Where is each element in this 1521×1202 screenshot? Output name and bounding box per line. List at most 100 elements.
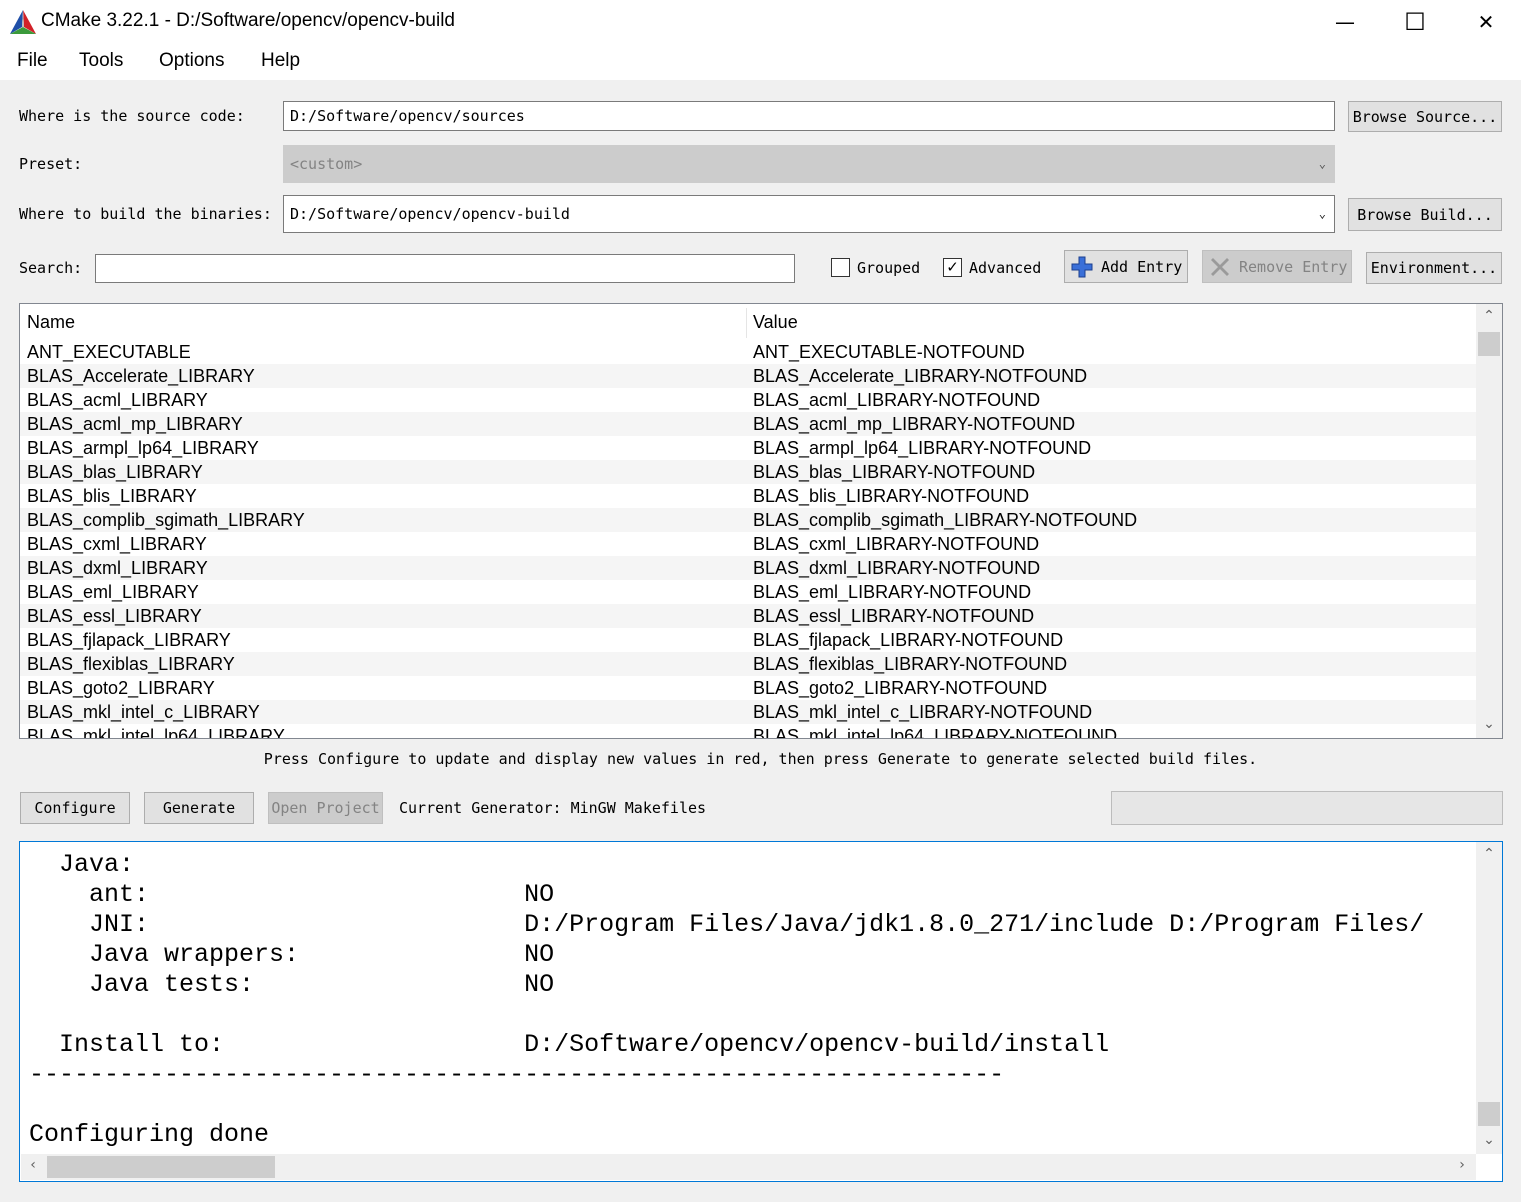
column-header-value[interactable]: Value — [753, 312, 798, 333]
grouped-checkbox[interactable] — [831, 258, 850, 277]
column-divider[interactable] — [746, 308, 747, 338]
cache-entry-name: BLAS_armpl_lp64_LIBRARY — [27, 438, 259, 458]
cache-entry-value[interactable]: BLAS_eml_LIBRARY-NOTFOUND — [753, 580, 1031, 604]
scroll-thumb[interactable] — [47, 1156, 275, 1178]
open-project-button[interactable]: Open Project — [268, 792, 383, 824]
cache-entry-value[interactable]: BLAS_acml_mp_LIBRARY-NOTFOUND — [753, 412, 1075, 436]
cache-entry-name: BLAS_blas_LIBRARY — [27, 462, 203, 482]
cache-rows: ANT_EXECUTABLE ANT_EXECUTABLE-NOTFOUND BLA… — [20, 340, 1476, 739]
scroll-right-arrow-icon[interactable]: › — [1452, 1157, 1472, 1173]
cache-table[interactable]: Name Value ANT_EXECUTABLE ANT_EXECUTABLE-… — [19, 303, 1503, 739]
table-row[interactable]: BLAS_dxml_LIBRARY BLAS_dxml_LIBRARY-NOTFO… — [20, 556, 1476, 580]
table-row[interactable]: BLAS_essl_LIBRARY BLAS_essl_LIBRARY-NOTFO… — [20, 604, 1476, 628]
output-log[interactable]: Java: ant: NO JNI: D:/Program Files/Java… — [19, 841, 1503, 1182]
cache-entry-name: BLAS_mkl_intel_lp64_LIBRARY — [27, 726, 285, 739]
scroll-up-arrow-icon[interactable]: ⌃ — [1476, 846, 1502, 862]
column-header-name[interactable]: Name — [27, 312, 75, 333]
scroll-left-arrow-icon[interactable]: ‹ — [23, 1157, 43, 1173]
generate-button[interactable]: Generate — [144, 792, 254, 824]
cache-entry-name: BLAS_blis_LIBRARY — [27, 486, 197, 506]
table-row[interactable]: BLAS_fjlapack_LIBRARY BLAS_fjlapack_LIBRA… — [20, 628, 1476, 652]
browse-source-button[interactable]: Browse Source... — [1348, 101, 1502, 132]
scroll-up-arrow-icon[interactable]: ⌃ — [1476, 308, 1502, 324]
build-path-value: D:/Software/opencv/opencv-build — [290, 205, 570, 223]
cache-entry-name: BLAS_cxml_LIBRARY — [27, 534, 207, 554]
cache-vertical-scrollbar[interactable]: ⌃ ⌄ — [1476, 304, 1502, 738]
cache-entry-value[interactable]: ANT_EXECUTABLE-NOTFOUND — [753, 340, 1025, 364]
log-vertical-scrollbar[interactable]: ⌃ ⌄ — [1476, 842, 1502, 1154]
cache-entry-value[interactable]: BLAS_mkl_intel_lp64_LIBRARY-NOTFOUND — [753, 724, 1117, 738]
table-row[interactable]: ANT_EXECUTABLE ANT_EXECUTABLE-NOTFOUND — [20, 340, 1476, 364]
configure-button[interactable]: Configure — [20, 792, 130, 824]
cache-entry-name: BLAS_fjlapack_LIBRARY — [27, 630, 231, 650]
table-row[interactable]: BLAS_eml_LIBRARY BLAS_eml_LIBRARY-NOTFOUN… — [20, 580, 1476, 604]
advanced-checkbox[interactable]: ✓ — [943, 258, 962, 277]
cache-entry-value[interactable]: BLAS_dxml_LIBRARY-NOTFOUND — [753, 556, 1040, 580]
close-button[interactable]: ✕ — [1451, 0, 1521, 44]
source-path-input[interactable]: D:/Software/opencv/sources — [283, 101, 1335, 131]
cache-entry-value[interactable]: BLAS_fjlapack_LIBRARY-NOTFOUND — [753, 628, 1063, 652]
menu-help[interactable]: Help — [261, 50, 300, 72]
table-row[interactable]: BLAS_complib_sgimath_LIBRARY BLAS_complib… — [20, 508, 1476, 532]
title-bar: CMake 3.22.1 - D:/Software/opencv/opencv… — [0, 0, 1521, 44]
cache-entry-value[interactable]: BLAS_goto2_LIBRARY-NOTFOUND — [753, 676, 1047, 700]
cache-entry-value[interactable]: BLAS_mkl_intel_c_LIBRARY-NOTFOUND — [753, 700, 1092, 724]
build-label: Where to build the binaries: — [19, 205, 272, 223]
advanced-label[interactable]: Advanced — [969, 259, 1041, 277]
cache-entry-value[interactable]: BLAS_blis_LIBRARY-NOTFOUND — [753, 484, 1029, 508]
menu-options[interactable]: Options — [159, 50, 224, 72]
source-label: Where is the source code: — [19, 107, 245, 125]
add-entry-button[interactable]: Add Entry — [1064, 250, 1188, 283]
table-row[interactable]: BLAS_armpl_lp64_LIBRARY BLAS_armpl_lp64_L… — [20, 436, 1476, 460]
cache-entry-value[interactable]: BLAS_Accelerate_LIBRARY-NOTFOUND — [753, 364, 1087, 388]
cache-entry-value[interactable]: BLAS_essl_LIBRARY-NOTFOUND — [753, 604, 1034, 628]
table-row[interactable]: BLAS_Accelerate_LIBRARY BLAS_Accelerate_L… — [20, 364, 1476, 388]
minimize-button[interactable]: — — [1310, 0, 1380, 44]
table-row[interactable]: BLAS_flexiblas_LIBRARY BLAS_flexiblas_LIB… — [20, 652, 1476, 676]
build-path-combo[interactable]: D:/Software/opencv/opencv-build ⌄ — [283, 195, 1335, 233]
cache-entry-name: BLAS_mkl_intel_c_LIBRARY — [27, 702, 260, 722]
scroll-down-arrow-icon[interactable]: ⌄ — [1476, 716, 1502, 732]
menu-tools[interactable]: Tools — [79, 50, 123, 72]
cache-entry-value[interactable]: BLAS_armpl_lp64_LIBRARY-NOTFOUND — [753, 436, 1091, 460]
browse-build-button[interactable]: Browse Build... — [1348, 198, 1502, 231]
menu-file[interactable]: File — [17, 50, 48, 72]
cache-entry-value[interactable]: BLAS_blas_LIBRARY-NOTFOUND — [753, 460, 1035, 484]
cache-entry-name: ANT_EXECUTABLE — [27, 342, 191, 362]
table-row[interactable]: BLAS_mkl_intel_lp64_LIBRARY BLAS_mkl_inte… — [20, 724, 1476, 739]
table-row[interactable]: BLAS_cxml_LIBRARY BLAS_cxml_LIBRARY-NOTFO… — [20, 532, 1476, 556]
table-row[interactable]: BLAS_blis_LIBRARY BLAS_blis_LIBRARY-NOTFO… — [20, 484, 1476, 508]
log-horizontal-scrollbar[interactable]: ‹ › — [21, 1154, 1476, 1180]
current-generator: Current Generator: MinGW Makefiles — [399, 799, 707, 817]
cache-entry-value[interactable]: BLAS_acml_LIBRARY-NOTFOUND — [753, 388, 1040, 412]
window-title: CMake 3.22.1 - D:/Software/opencv/opencv… — [41, 10, 455, 31]
minimize-icon: — — [1335, 10, 1355, 34]
add-entry-label: Add Entry — [1101, 257, 1183, 276]
table-row[interactable]: BLAS_blas_LIBRARY BLAS_blas_LIBRARY-NOTFO… — [20, 460, 1476, 484]
checkmark-icon: ✓ — [946, 258, 959, 276]
chevron-down-icon: ⌄ — [1318, 156, 1326, 171]
table-row[interactable]: BLAS_mkl_intel_c_LIBRARY BLAS_mkl_intel_c… — [20, 700, 1476, 724]
chevron-down-icon[interactable]: ⌄ — [1319, 206, 1326, 220]
cache-entry-value[interactable]: BLAS_flexiblas_LIBRARY-NOTFOUND — [753, 652, 1067, 676]
environment-button[interactable]: Environment... — [1366, 252, 1502, 284]
cache-entry-name: BLAS_dxml_LIBRARY — [27, 558, 208, 578]
scroll-thumb[interactable] — [1478, 1102, 1500, 1126]
table-row[interactable]: BLAS_acml_LIBRARY BLAS_acml_LIBRARY-NOTFO… — [20, 388, 1476, 412]
table-row[interactable]: BLAS_acml_mp_LIBRARY BLAS_acml_mp_LIBRARY… — [20, 412, 1476, 436]
progress-bar — [1111, 791, 1503, 825]
search-input[interactable] — [95, 254, 795, 283]
cache-entry-value[interactable]: BLAS_complib_sgimath_LIBRARY-NOTFOUND — [753, 508, 1137, 532]
cache-entry-name: BLAS_acml_mp_LIBRARY — [27, 414, 243, 434]
cache-entry-name: BLAS_eml_LIBRARY — [27, 582, 199, 602]
remove-entry-button[interactable]: Remove Entry — [1202, 250, 1352, 283]
grouped-label[interactable]: Grouped — [857, 259, 920, 277]
table-row[interactable]: BLAS_goto2_LIBRARY BLAS_goto2_LIBRARY-NOT… — [20, 676, 1476, 700]
scroll-thumb[interactable] — [1478, 332, 1500, 356]
hint-text: Press Configure to update and display ne… — [263, 750, 1258, 768]
remove-entry-label: Remove Entry — [1239, 257, 1348, 276]
source-path-value: D:/Software/opencv/sources — [290, 107, 525, 125]
cache-entry-value[interactable]: BLAS_cxml_LIBRARY-NOTFOUND — [753, 532, 1039, 556]
scroll-down-arrow-icon[interactable]: ⌄ — [1476, 1132, 1502, 1148]
maximize-button[interactable]: ☐ — [1380, 0, 1450, 44]
